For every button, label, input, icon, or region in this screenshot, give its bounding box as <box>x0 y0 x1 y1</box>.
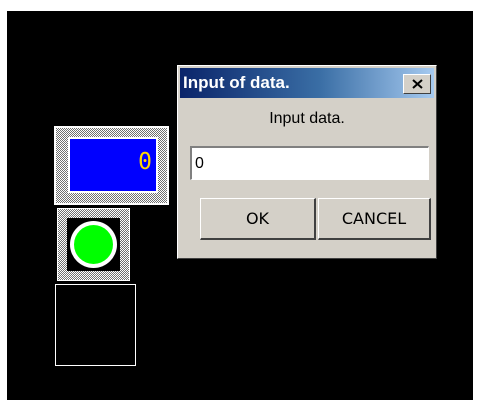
lamp-ring <box>70 221 117 268</box>
close-x-icon <box>412 79 423 89</box>
close-button[interactable] <box>403 74 431 94</box>
numeric-display[interactable]: 0 <box>68 137 158 193</box>
dialog-title: Input of data. <box>183 73 290 92</box>
green-lamp-indicator <box>74 225 113 264</box>
empty-frame <box>55 284 136 366</box>
dialog-prompt: Input data. <box>269 110 345 127</box>
hmi-screen: 0 Input of data. Input data. OK CANCEL <box>7 11 473 400</box>
numeric-display-value: 0 <box>138 149 152 175</box>
lamp-frame <box>57 208 130 281</box>
ok-button[interactable]: OK <box>200 198 316 240</box>
data-input-field[interactable] <box>190 146 429 180</box>
input-dialog: Input of data. Input data. OK CANCEL <box>177 65 437 259</box>
lamp-housing <box>67 218 120 271</box>
dialog-titlebar[interactable]: Input of data. <box>180 68 434 98</box>
cancel-button[interactable]: CANCEL <box>318 198 431 240</box>
numeric-display-frame[interactable]: 0 <box>54 126 169 205</box>
